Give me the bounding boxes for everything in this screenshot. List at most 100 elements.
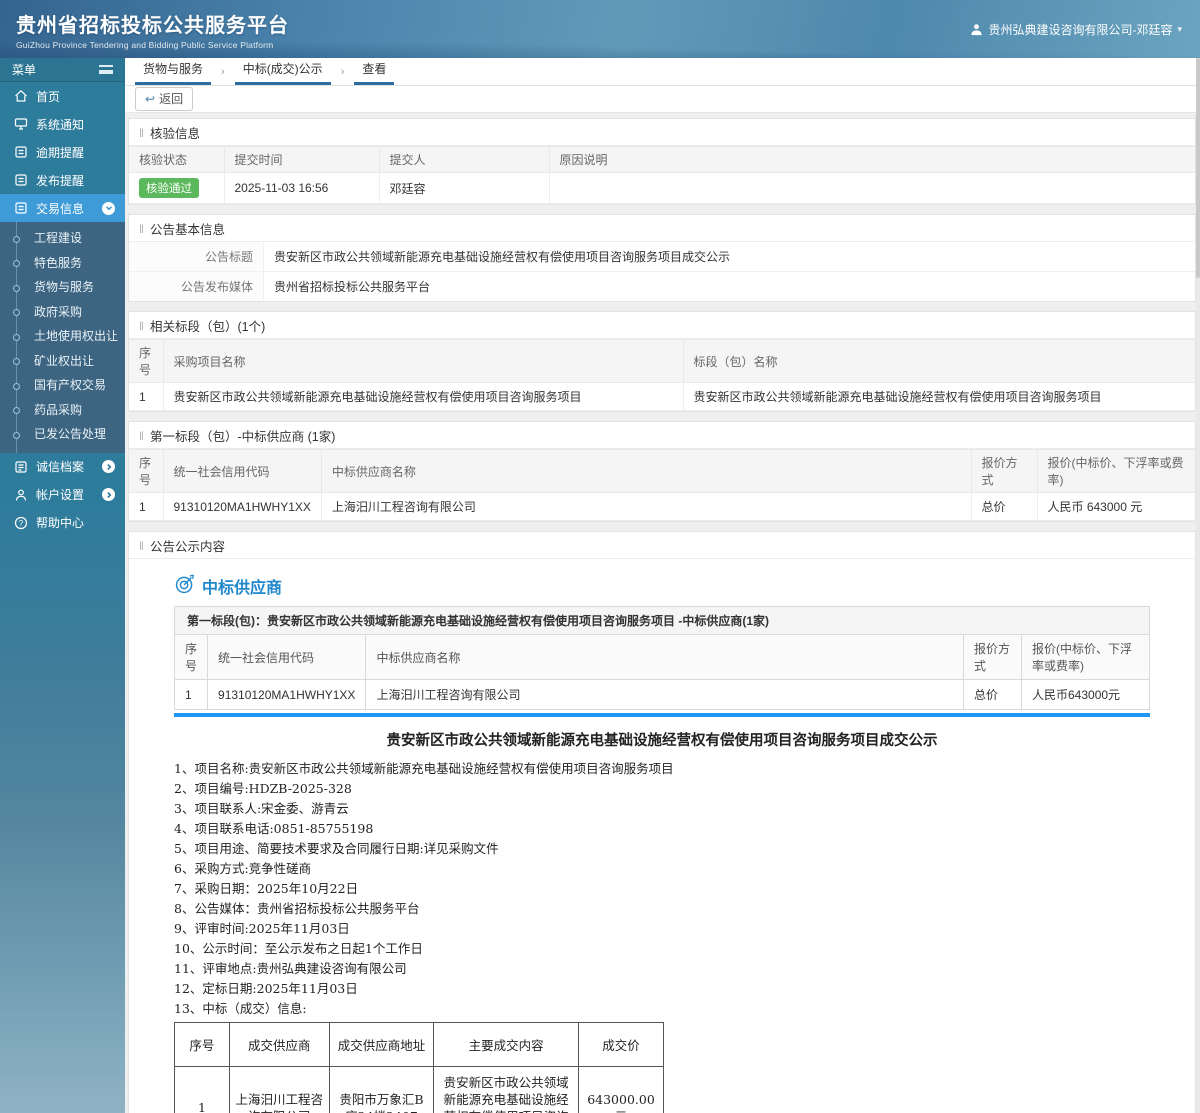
document-icon [13, 145, 28, 160]
monitor-icon [13, 117, 28, 132]
doc-line: 1、项目名称:贵安新区市政公共领域新能源充电基础设施经营权有偿使用项目咨询服务项… [174, 761, 674, 776]
section-title-text: 核验信息 [149, 127, 200, 141]
field-value: 贵州省招标投标公共服务平台 [274, 280, 431, 294]
doc-line: 11、评审地点:贵州弘典建设咨询有限公司 [174, 961, 407, 976]
seq-cell: 1 [174, 1066, 230, 1113]
submenu-item-goods-services[interactable]: 货物与服务 [0, 275, 125, 300]
workarea: 货物与服务 › 中标(成交)公示 › 查看 ↩ 返回 ‖ 核验信息 核验状态 提… [125, 58, 1200, 1113]
credit-code-cell: 91310120MA1HWHY1XX [163, 492, 322, 521]
sidebar-item-home[interactable]: 首页 [0, 82, 125, 110]
section-title-text: 公告基本信息 [149, 223, 225, 237]
chevron-right-circle-icon [102, 488, 115, 501]
breadcrumb-separator: › [221, 66, 225, 78]
publication-body: 中标供应商 第一标段(包)：贵安新区市政公共领域新能源充电基础设施经营权有偿使用… [129, 559, 1195, 1113]
supplier-name-cell: 上海汨川工程咨询有限公司 [365, 679, 964, 710]
status-badge: 核验通过 [139, 178, 199, 198]
sidebar-item-label: 交易信息 [36, 201, 85, 216]
document-icon [13, 173, 28, 188]
document-icon [13, 201, 28, 216]
quote-type-cell: 总价 [971, 492, 1038, 521]
platform-subtitle: GuiZhou Province Tendering and Bidding P… [16, 39, 274, 50]
doc-line: 4、项目联系电话:0851-85755198 [174, 821, 374, 836]
user-name: 贵州弘典建设咨询有限公司-邓廷容 [988, 22, 1173, 37]
archive-icon [13, 459, 28, 474]
brand: 贵州省招标投标公共服务平台 GuiZhou Province Tendering… [16, 9, 289, 50]
quote-type-cell: 总价 [963, 679, 1022, 710]
publication-table: 序号 统一社会信用代码 中标供应商名称 报价方式 报价(中标价、下浮率或费率) [173, 634, 1150, 710]
col-header: 提交时间 [224, 146, 380, 173]
reason-cell [549, 172, 1195, 204]
section-marker-icon: ‖ [139, 428, 144, 443]
col-header: 中标供应商名称 [365, 634, 964, 680]
col-header: 采购项目名称 [163, 339, 684, 383]
col-header: 序号 [173, 634, 209, 680]
col-header: 统一社会信用代码 [163, 449, 322, 493]
doc-line: 2、项目编号:HDZB-2025-328 [174, 781, 352, 796]
widget-title: 中标供应商 [202, 579, 283, 597]
platform-title: 贵州省招标投标公共服务平台 [16, 14, 289, 37]
table-row: 核验通过 2025-11-03 16:56 邓廷容 [129, 172, 1195, 204]
submenu-item-gov-procurement[interactable]: 政府采购 [0, 300, 125, 325]
toolbar: ↩ 返回 [125, 86, 1200, 113]
doc-line: 8、公告媒体：贵州省招标投标公共服务平台 [174, 901, 420, 916]
col-header: 报价(中标价、下浮率或费率) [1021, 634, 1150, 680]
breadcrumb-view[interactable]: 查看 [354, 60, 395, 85]
col-header: 报价方式 [971, 449, 1038, 493]
winner-section: ‖ 第一标段（包）-中标供应商 (1家) 序号 统一社会信用代码 中标供应商名称… [128, 421, 1196, 522]
award-price-cell: 643000.00元 [577, 1066, 665, 1113]
col-header: 序号 [174, 1022, 230, 1067]
col-header: 标段（包）名称 [683, 339, 1195, 383]
section-title-announcement: ‖ 公告基本信息 [129, 215, 1195, 242]
submit-time-cell: 2025-11-03 16:56 [224, 172, 380, 204]
table-row: 1 贵安新区市政公共领域新能源充电基础设施经营权有偿使用项目咨询服务项目 贵安新… [129, 382, 1195, 411]
sidebar-item-integrity-archive[interactable]: 诚信档案 [0, 453, 125, 481]
content-scroll: ‖ 核验信息 核验状态 提交时间 提交人 原因说明 核验通过 2025-11-0… [125, 113, 1200, 1113]
verify-table: 核验状态 提交时间 提交人 原因说明 核验通过 2025-11-03 16:56… [129, 146, 1195, 204]
sidebar-item-help-center[interactable]: ? 帮助中心 [0, 509, 125, 537]
caret-down-icon: ▾ [1177, 23, 1182, 34]
sidebar: 菜单 首页 系统通知 逾期提醒 发布提醒 交易信息 工程建设 特色服务 货物与服… [0, 58, 125, 1113]
col-header: 报价(中标价、下浮率或费率) [1037, 449, 1195, 493]
submenu-item-state-property[interactable]: 国有产权交易 [0, 373, 125, 398]
col-header: 提交人 [379, 146, 550, 173]
verify-status-cell: 核验通过 [129, 172, 225, 204]
supplier-name-cell: 上海汨川工程咨询有限公司 [321, 492, 972, 521]
doc-line: 9、评审时间:2025年11月03日 [174, 921, 350, 936]
breadcrumb-goods-services[interactable]: 货物与服务 [135, 60, 212, 85]
sidebar-item-notifications[interactable]: 系统通知 [0, 110, 125, 138]
col-header: 成交供应商 [228, 1022, 330, 1067]
announcement-section: ‖ 公告基本信息 公告标题 贵安新区市政公共领域新能源充电基础设施经营权有偿使用… [128, 214, 1196, 302]
submenu-item-special-services[interactable]: 特色服务 [0, 251, 125, 276]
sidebar-item-publish-reminder[interactable]: 发布提醒 [0, 166, 125, 194]
breadcrumb-award-publicity[interactable]: 中标(成交)公示 [234, 60, 331, 85]
col-header: 统一社会信用代码 [207, 634, 367, 680]
doc-line: 10、公示时间：至公示发布之日起1个工作日 [174, 941, 423, 956]
sidebar-item-account-settings[interactable]: 帐户设置 [0, 481, 125, 509]
submenu-item-published-announcements[interactable]: 已发公告处理 [0, 422, 125, 447]
sidebar-item-label: 帐户设置 [36, 488, 85, 502]
hamburger-icon[interactable] [99, 65, 113, 74]
section-title-text: 第一标段（包）-中标供应商 (1家) [149, 430, 336, 444]
section-title-lots: ‖ 相关标段（包）(1个) [129, 312, 1195, 339]
col-header: 成交价 [577, 1022, 665, 1067]
submenu-item-engineering[interactable]: 工程建设 [0, 226, 125, 251]
document-title: 贵安新区市政公共领域新能源充电基础设施经营权有偿使用项目咨询服务项目成交公示 [386, 732, 938, 749]
quote-cell: 人民币643000元 [1021, 679, 1150, 710]
field-value: 贵安新区市政公共领域新能源充电基础设施经营权有偿使用项目咨询服务项目成交公示 [274, 250, 731, 264]
sidebar-item-trade-info[interactable]: 交易信息 [0, 194, 125, 222]
back-button[interactable]: ↩ 返回 [135, 87, 194, 111]
scrollbar-thumb[interactable] [1196, 58, 1200, 278]
submenu-item-mining-rights[interactable]: 矿业权出让 [0, 349, 125, 374]
back-arrow-icon: ↩ [145, 91, 156, 106]
submenu-item-land-use[interactable]: 土地使用权出让 [0, 324, 125, 349]
announcement-media-row: 公告发布媒体 贵州省招标投标公共服务平台 [129, 272, 1195, 301]
scrollbar[interactable] [1196, 58, 1200, 1113]
col-header: 核验状态 [129, 146, 225, 173]
section-title-text: 相关标段（包）(1个) [149, 320, 266, 334]
sidebar-item-overdue[interactable]: 逾期提醒 [0, 138, 125, 166]
lot-band: 第一标段(包)：贵安新区市政公共领域新能源充电基础设施经营权有偿使用项目咨询服务… [174, 606, 1150, 634]
app-header: 贵州省招标投标公共服务平台 GuiZhou Province Tendering… [0, 0, 1200, 58]
col-header: 报价方式 [963, 634, 1022, 680]
submenu-item-drug-procurement[interactable]: 药品采购 [0, 398, 125, 423]
user-menu[interactable]: 贵州弘典建设咨询有限公司-邓廷容 ▾ [970, 21, 1182, 38]
